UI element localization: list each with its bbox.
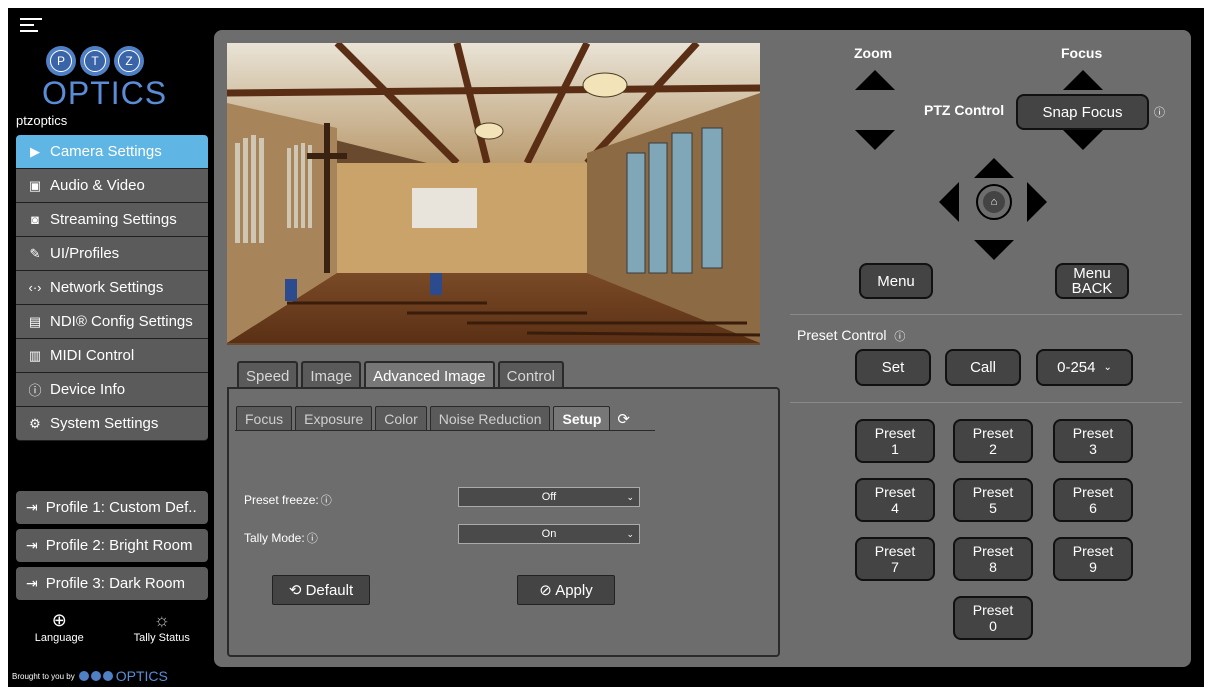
preset-3-button[interactable]: Preset 3 — [1053, 419, 1133, 463]
subtab-focus[interactable]: Focus — [236, 406, 293, 431]
preset-7-button[interactable]: Preset 7 — [855, 537, 935, 581]
camera-icon: ▶ — [30, 143, 40, 159]
subtab-color[interactable]: Color — [375, 406, 427, 431]
tab-advanced-image[interactable]: Advanced Image — [364, 361, 495, 389]
zoom-in-arrow-icon[interactable] — [855, 70, 895, 90]
login-icon: ⇥ — [26, 575, 38, 591]
refresh-icon[interactable]: ⟳ — [617, 410, 630, 428]
ndi-icon: ▤ — [28, 313, 42, 329]
focus-near-arrow-icon[interactable] — [1063, 70, 1103, 90]
divider — [790, 402, 1182, 403]
tab-speed[interactable]: Speed — [237, 361, 299, 389]
tilt-down-arrow-icon[interactable] — [974, 240, 1014, 260]
profile-1-button[interactable]: ⇥ Profile 1: Custom Def.. — [16, 491, 208, 524]
preset-set-button[interactable]: Set — [855, 349, 931, 386]
bottom-tools: ⊕ Language ☼ Tally Status — [8, 610, 213, 644]
main-panel: Speed Image Advanced Image Control Focus… — [214, 30, 1191, 667]
preset-5-button[interactable]: Preset 5 — [953, 478, 1033, 522]
apply-button[interactable]: ⊘ Apply — [517, 575, 615, 605]
sidebar-item-camera-settings[interactable]: ▶ Camera Settings — [16, 135, 208, 169]
menu-back-button[interactable]: Menu BACK — [1055, 263, 1129, 299]
subtab-setup[interactable]: Setup — [553, 406, 611, 431]
sidebar-item-ui-profiles[interactable]: ✎ UI/Profiles — [16, 237, 208, 271]
advanced-image-panel: Focus Exposure Color Noise Reduction Set… — [227, 387, 780, 657]
info-icon: ⓘ — [28, 383, 42, 398]
menu-button[interactable]: Menu — [859, 263, 933, 299]
info-icon[interactable]: ⓘ — [894, 331, 905, 343]
ptz-control-label: PTZ Control — [924, 102, 1005, 118]
lightbulb-icon: ☼ — [153, 610, 171, 630]
pan-left-arrow-icon[interactable] — [939, 182, 959, 222]
preset-number-select[interactable]: 0-254 ⌄ — [1036, 349, 1133, 386]
brought-by-footer: Brought to you by OPTICS — [12, 668, 168, 684]
chevron-down-icon: ⌄ — [1103, 362, 1112, 373]
globe-icon: ⊕ — [51, 610, 67, 630]
gear-icon: ⚙ — [29, 415, 41, 431]
brand-name: ptzoptics — [16, 113, 68, 128]
mini-logo-icon — [78, 671, 113, 681]
snap-focus-button[interactable]: Snap Focus — [1016, 94, 1149, 130]
tally-mode-select[interactable]: On ⌄ — [458, 524, 640, 544]
tally-mode-label: Tally Mode: ⓘ — [244, 530, 318, 546]
profile-2-button[interactable]: ⇥ Profile 2: Bright Room — [16, 529, 208, 562]
camera-video-feed — [227, 43, 760, 345]
streaming-icon: ◙ — [31, 212, 39, 227]
sidebar-item-audio-video[interactable]: ▣ Audio & Video — [16, 169, 208, 203]
focus-far-arrow-icon[interactable] — [1063, 130, 1103, 150]
midi-icon: ▥ — [28, 347, 42, 363]
subtab-noise-reduction[interactable]: Noise Reduction — [429, 406, 551, 431]
sidebar-item-streaming-settings[interactable]: ◙ Streaming Settings — [16, 203, 208, 237]
chevron-down-icon: ⌄ — [626, 491, 634, 502]
subtab-divider — [235, 430, 655, 431]
sidebar-item-system-settings[interactable]: ⚙ System Settings — [16, 407, 208, 441]
info-icon[interactable]: ⓘ — [307, 530, 318, 546]
pan-right-arrow-icon[interactable] — [1027, 182, 1047, 222]
advanced-image-subtabs: Focus Exposure Color Noise Reduction Set… — [236, 406, 630, 431]
preset-call-button[interactable]: Call — [945, 349, 1021, 386]
tab-control[interactable]: Control — [497, 361, 565, 389]
preset-2-button[interactable]: Preset 2 — [953, 419, 1033, 463]
sidebar-item-network-settings[interactable]: ‹·› Network Settings — [16, 271, 208, 305]
settings-tabs: Speed Image Advanced Image Control — [237, 361, 567, 389]
preset-6-button[interactable]: Preset 6 — [1053, 478, 1133, 522]
preset-freeze-select[interactable]: Off ⌄ — [458, 487, 640, 507]
info-icon[interactable]: ⓘ — [321, 492, 332, 508]
default-button[interactable]: ⟲ Default — [272, 575, 370, 605]
ptz-home-button[interactable]: ⌂ — [976, 184, 1012, 220]
login-icon: ⇥ — [26, 499, 38, 515]
tab-image[interactable]: Image — [301, 361, 362, 389]
preset-control-label: Preset Control ⓘ — [797, 327, 906, 343]
preset-freeze-label: Preset freeze: ⓘ — [244, 492, 332, 508]
preset-9-button[interactable]: Preset 9 — [1053, 537, 1133, 581]
subtab-exposure[interactable]: Exposure — [295, 406, 373, 431]
preset-8-button[interactable]: Preset 8 — [953, 537, 1033, 581]
preset-0-button[interactable]: Preset 0 — [953, 596, 1033, 640]
divider — [790, 314, 1182, 315]
sidebar-item-ndi-config[interactable]: ▤ NDI® Config Settings — [16, 305, 208, 339]
app-window: P T Z OPTICS ptzoptics ▶ Camera Settings… — [8, 8, 1204, 687]
chevron-down-icon: ⌄ — [626, 528, 634, 539]
zoom-label: Zoom — [854, 45, 893, 61]
profiles-list: ⇥ Profile 1: Custom Def.. ⇥ Profile 2: B… — [16, 491, 208, 605]
sidebar-item-device-info[interactable]: ⓘ Device Info — [16, 373, 208, 407]
sidebar-nav: ▶ Camera Settings ▣ Audio & Video ◙ Stre… — [16, 135, 208, 441]
hamburger-menu-icon[interactable] — [20, 18, 42, 34]
preset-4-button[interactable]: Preset 4 — [855, 478, 935, 522]
profile-3-button[interactable]: ⇥ Profile 3: Dark Room — [16, 567, 208, 600]
tilt-up-arrow-icon[interactable] — [974, 158, 1014, 178]
tally-status-button[interactable]: ☼ Tally Status — [111, 610, 214, 644]
focus-label: Focus — [1061, 45, 1103, 61]
home-icon: ⌂ — [983, 191, 1005, 213]
language-button[interactable]: ⊕ Language — [8, 610, 111, 644]
sidebar: P T Z OPTICS ptzoptics ▶ Camera Settings… — [8, 8, 213, 687]
login-icon: ⇥ — [26, 537, 38, 553]
zoom-out-arrow-icon[interactable] — [855, 130, 895, 150]
palette-icon: ✎ — [29, 245, 41, 261]
network-icon: ‹·› — [28, 280, 42, 295]
info-icon[interactable]: ⓘ — [1154, 104, 1165, 120]
sidebar-item-midi-control[interactable]: ▥ MIDI Control — [16, 339, 208, 373]
audio-video-icon: ▣ — [28, 177, 42, 193]
preset-1-button[interactable]: Preset 1 — [855, 419, 935, 463]
